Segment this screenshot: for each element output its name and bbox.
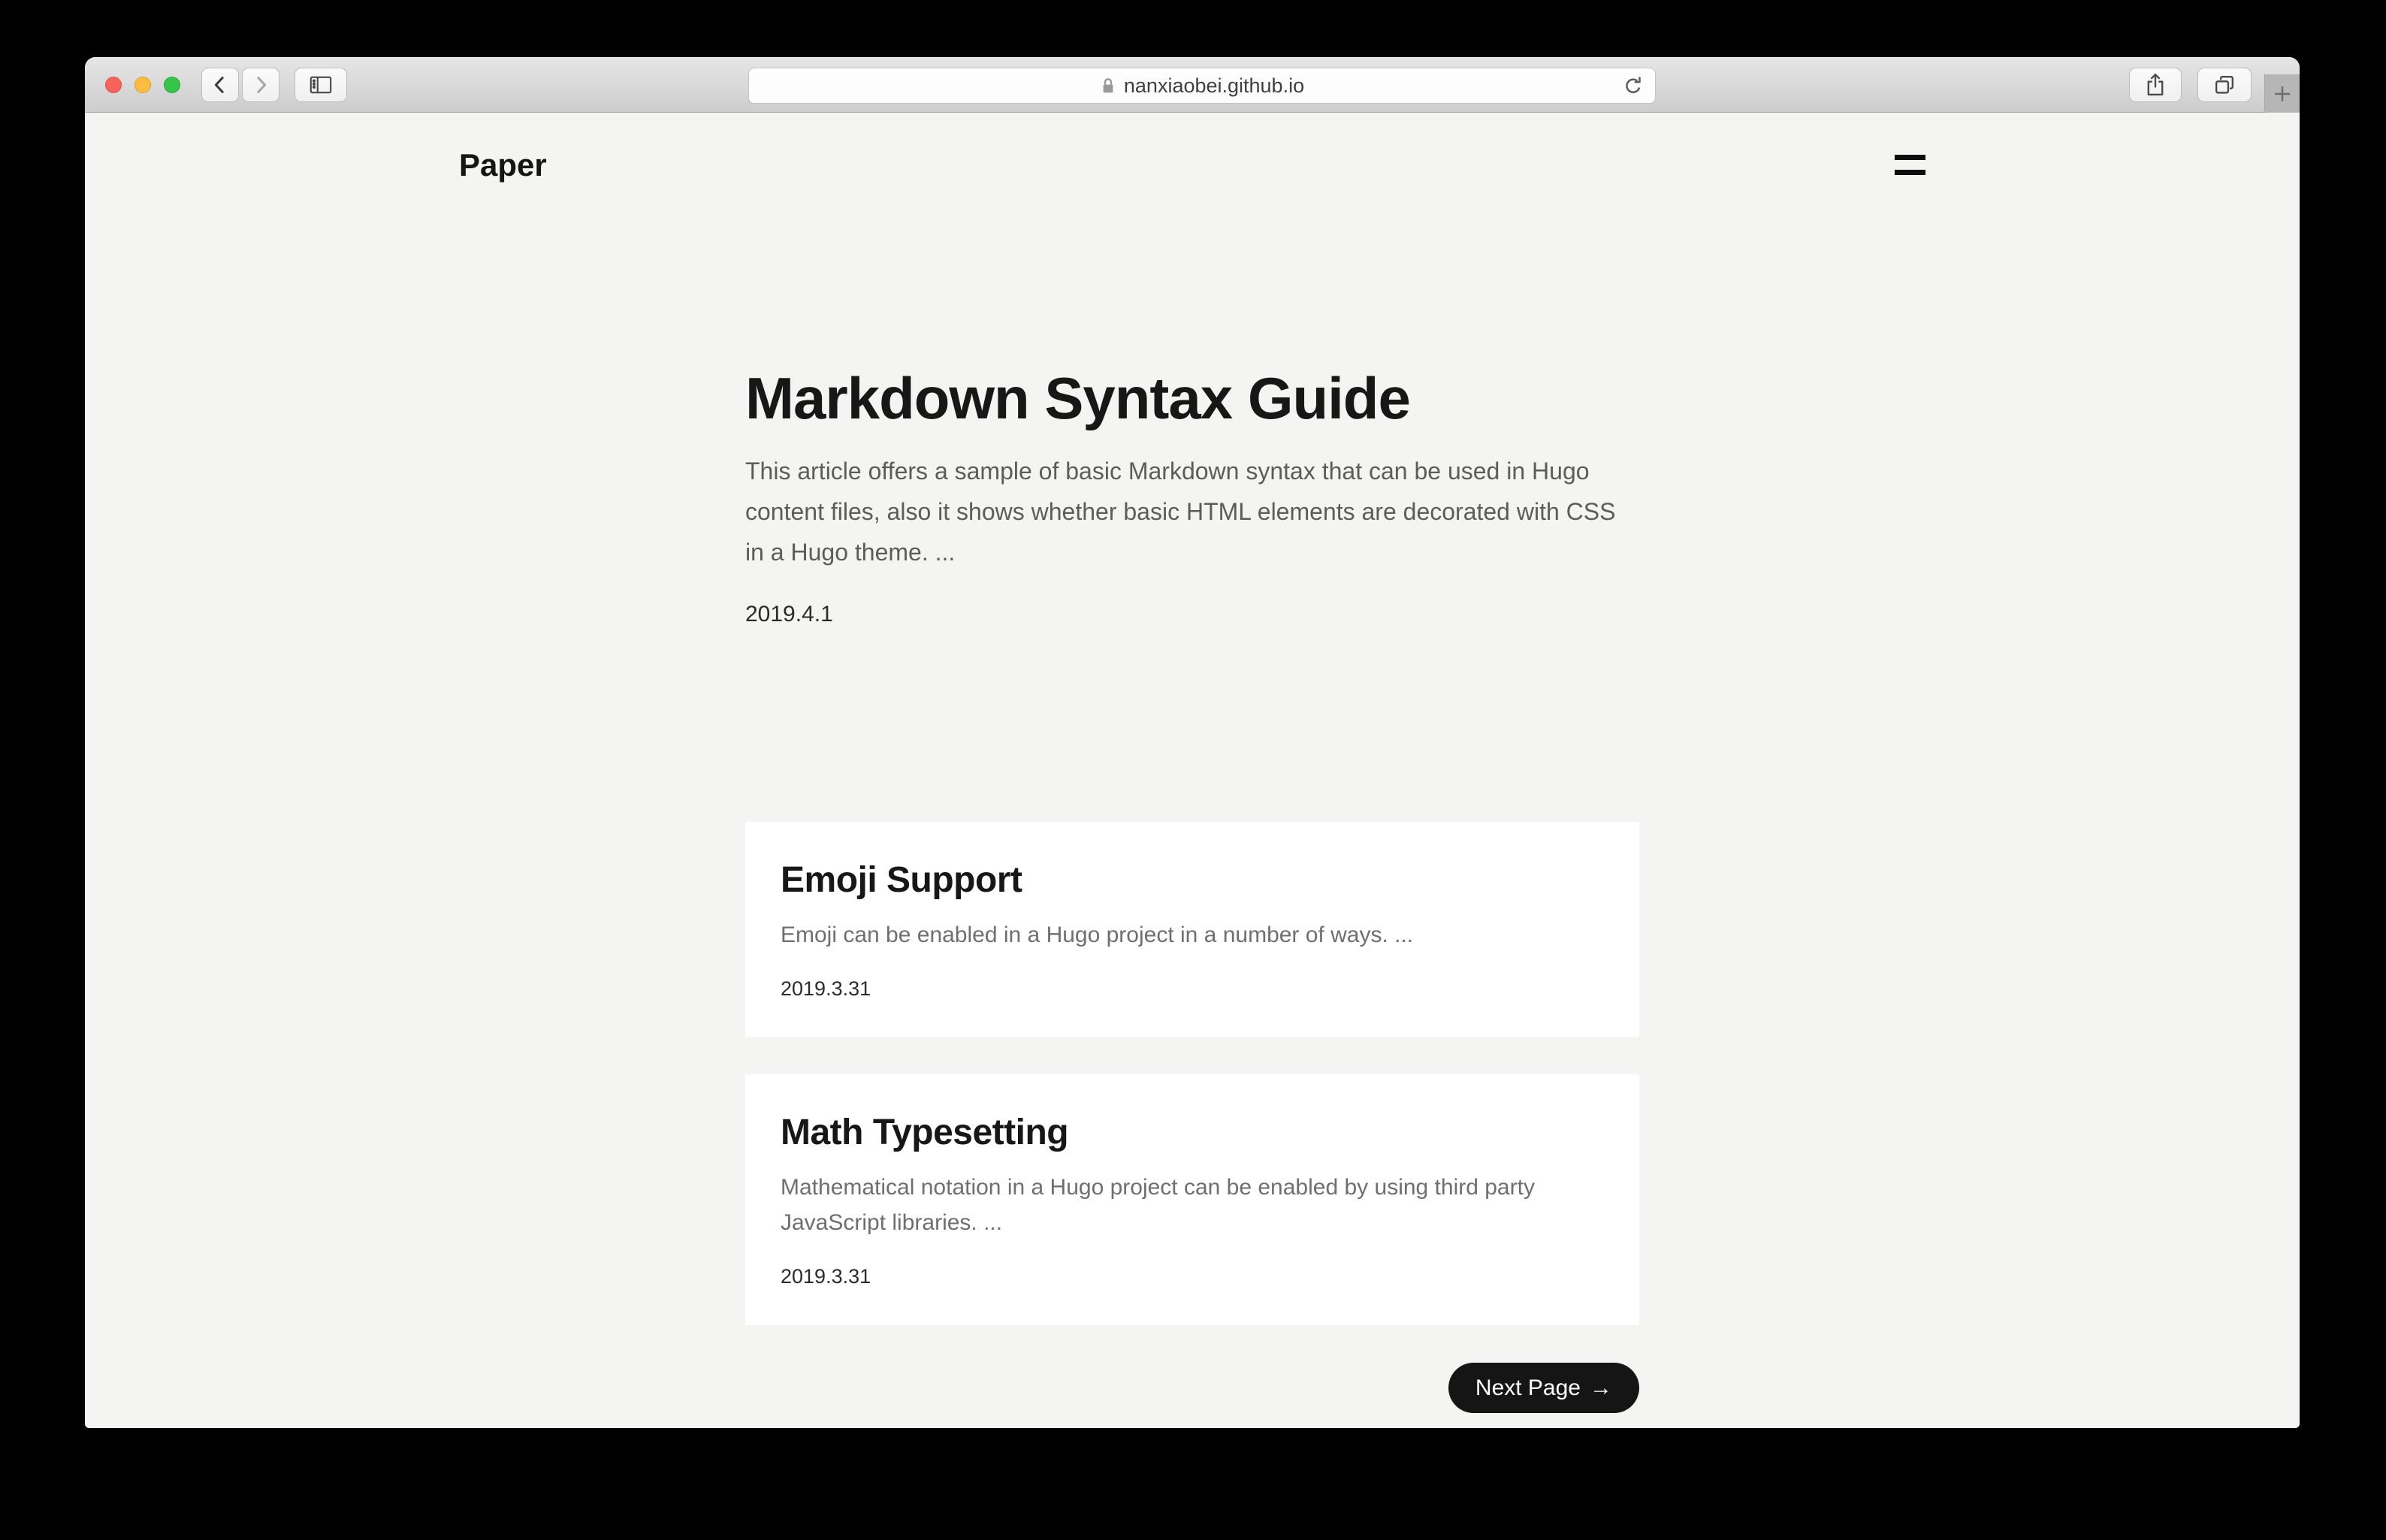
post-date: 2019.3.31 (781, 1265, 1604, 1288)
post-date: 2019.4.1 (745, 599, 1639, 630)
back-chevron-icon (209, 74, 231, 96)
refresh-button[interactable] (1620, 74, 1646, 99)
post-excerpt: This article offers a sample of basic Ma… (745, 451, 1639, 572)
sidebar-toggle-button[interactable] (294, 68, 347, 102)
back-button[interactable] (201, 68, 239, 102)
forward-chevron-icon (249, 74, 272, 96)
post-card[interactable]: Emoji Support Emoji can be enabled in a … (745, 822, 1639, 1037)
pagination: Next Page → (745, 1363, 1639, 1413)
hamburger-icon (1895, 170, 1925, 175)
main-content: Markdown Syntax Guide This article offer… (745, 367, 1639, 1325)
site-logo[interactable]: Paper (459, 147, 547, 183)
hamburger-icon (1895, 155, 1925, 160)
plus-icon (2271, 83, 2294, 105)
minimize-button[interactable] (134, 77, 151, 93)
window-controls (105, 77, 180, 93)
post-title-link[interactable]: Math Typesetting (781, 1113, 1068, 1152)
post-title-link[interactable]: Emoji Support (781, 860, 1022, 900)
site-header: Paper (459, 113, 1925, 183)
browser-toolbar: nanxiaobei.github.io (85, 57, 2300, 113)
post-title: Emoji Support (781, 861, 1604, 900)
close-button[interactable] (105, 77, 122, 93)
menu-button[interactable] (1895, 155, 1925, 175)
page-content: Paper Markdown Syntax Guide This article… (85, 113, 2300, 1428)
post-title-link[interactable]: Markdown Syntax Guide (745, 365, 1410, 431)
address-bar[interactable]: nanxiaobei.github.io (748, 68, 1656, 104)
post-title: Math Typesetting (781, 1113, 1604, 1152)
new-tab-button[interactable] (2264, 74, 2300, 113)
sidebar-panel-icon (307, 74, 334, 96)
url-text: nanxiaobei.github.io (1124, 74, 1304, 98)
tab-overview-icon (2212, 74, 2236, 96)
safari-window: nanxiaobei.github.io (85, 57, 2300, 1428)
featured-post: Markdown Syntax Guide This article offer… (745, 367, 1639, 630)
share-button[interactable] (2129, 68, 2182, 102)
next-page-button[interactable]: Next Page → (1448, 1363, 1639, 1413)
post-date: 2019.3.31 (781, 977, 1604, 1000)
share-icon (2144, 73, 2167, 97)
forward-button[interactable] (242, 68, 279, 102)
desktop-background: nanxiaobei.github.io (0, 0, 2386, 1540)
tab-overview-button[interactable] (2197, 68, 2252, 102)
refresh-icon (1622, 75, 1645, 98)
lock-icon (1100, 77, 1116, 95)
post-title: Markdown Syntax Guide (745, 367, 1639, 430)
post-card[interactable]: Math Typesetting Mathematical notation i… (745, 1074, 1639, 1325)
post-excerpt: Emoji can be enabled in a Hugo project i… (781, 917, 1604, 953)
arrow-right-icon: → (1590, 1375, 1612, 1401)
zoom-button[interactable] (164, 77, 180, 93)
next-page-label: Next Page (1475, 1375, 1581, 1401)
post-excerpt: Mathematical notation in a Hugo project … (781, 1170, 1604, 1240)
